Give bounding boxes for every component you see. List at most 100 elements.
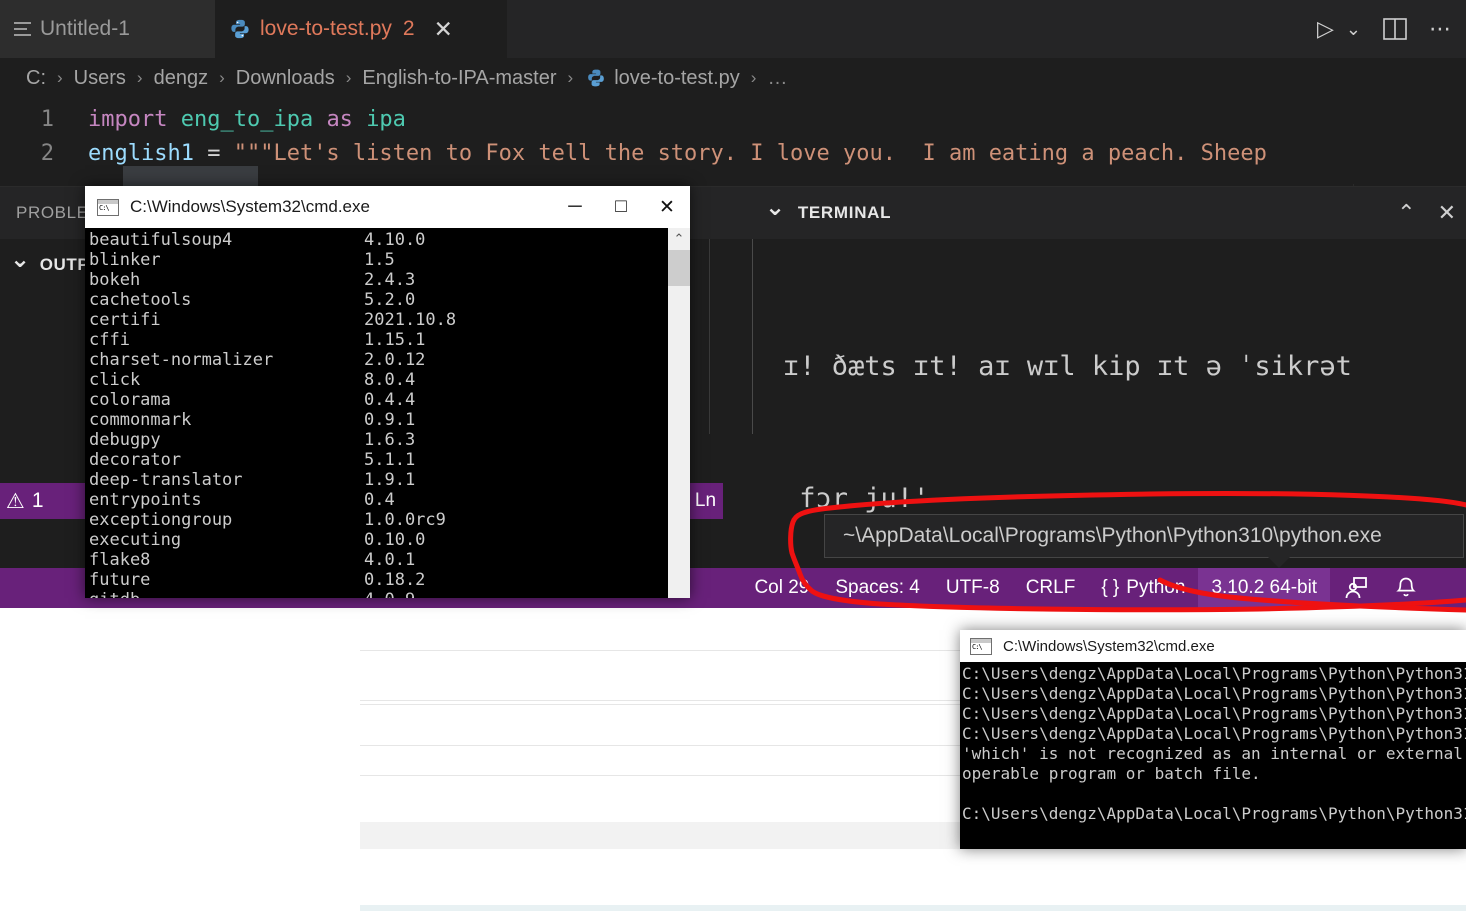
split-editor-icon[interactable] (1374, 18, 1416, 40)
python-icon (588, 69, 605, 87)
pip-list-output: beautifulsoup4 4.10.0 blinker 1.5 bokeh 2.4.3… (85, 228, 668, 598)
package-row: colorama 0.4.4 (85, 390, 668, 410)
maximize-button[interactable]: □ (598, 186, 644, 228)
package-version: 1.15.1 (364, 330, 426, 350)
cmd-output-line: C:\Users\dengz\AppData\Local\Programs\Py… (962, 664, 1466, 683)
package-name: debugpy (89, 430, 161, 450)
package-name: blinker (89, 250, 161, 270)
status-problems-badge[interactable]: ⚠ 1 (0, 483, 88, 519)
breadcrumb-item[interactable]: C: (24, 67, 48, 90)
minimize-button[interactable]: ─ (552, 186, 598, 228)
chevron-right-icon: › (750, 68, 757, 87)
more-actions-icon[interactable]: ⋯ (1420, 18, 1460, 40)
tab-label: love-to-test.py (260, 17, 392, 40)
chevron-right-icon: › (345, 68, 352, 87)
tab-untitled-1[interactable]: Untitled-1 (0, 0, 215, 58)
package-name: gitdb (89, 590, 364, 598)
cmd-window-titlebar[interactable]: C:\Windows\System32\cmd.exe (960, 630, 1466, 662)
breadcrumb-item[interactable]: … (765, 67, 789, 90)
status-language[interactable]: { } Python (1088, 568, 1198, 608)
warning-icon: ⚠ (6, 489, 25, 513)
status-spaces[interactable]: Spaces: 4 (822, 568, 933, 608)
package-name: cachetools (89, 290, 192, 310)
status-eol[interactable]: CRLF (1013, 568, 1089, 608)
status-language-label: Python (1126, 577, 1186, 598)
package-version: 8.0.4 (364, 370, 416, 390)
cmd-window-which[interactable]: C:\Windows\System32\cmd.exe C:\Users\den… (960, 630, 1466, 849)
editor-tab-bar: Untitled-1 love-to-test.py 2 ✕ ▷ ⌄ ⋯ (0, 0, 1466, 58)
package-name: click (89, 370, 141, 390)
package-name: certifi (89, 310, 161, 330)
tab-unsaved-badge: 2 (402, 17, 415, 40)
code-token: english1 (88, 140, 194, 166)
status-python-version[interactable]: 3.10.2 64-bit (1198, 568, 1331, 608)
package-name: bokeh (89, 270, 141, 290)
package-row: executing 0.10.0 (85, 530, 668, 550)
cmd-window-title: C:\Windows\System32\cmd.exe (1003, 637, 1215, 655)
cmd-output-line: C:\Users\dengz\AppData\Local\Programs\Py… (962, 684, 1466, 703)
close-panel-icon[interactable]: ✕ (1438, 200, 1456, 226)
close-button[interactable]: ✕ (644, 186, 690, 228)
package-version: 0.4.4 (364, 390, 416, 410)
code-token: """Let's listen to Fox tell the story. I… (233, 140, 1267, 166)
chevron-right-icon: › (567, 68, 574, 87)
code-token: import (88, 106, 168, 132)
breadcrumb-item[interactable]: dengz (152, 67, 211, 90)
package-name: deep-translator (89, 470, 243, 490)
accounts-icon[interactable] (1330, 568, 1382, 608)
status-col[interactable]: Col 29 (741, 568, 822, 608)
package-row: bokeh 2.4.3 (85, 270, 668, 290)
status-encoding[interactable]: UTF-8 (933, 568, 1013, 608)
package-name: future (89, 570, 151, 590)
package-version: 0.10.0 (364, 530, 426, 550)
package-row: exceptiongroup 1.0.0rc9 (85, 510, 668, 530)
package-name: exceptiongroup (89, 510, 233, 530)
package-name: charset-normalizer (89, 350, 274, 370)
package-name: beautifulsoup4 (89, 230, 233, 250)
cmd-output-line: C:\Users\dengz\AppData\Local\Programs\Py… (962, 724, 1466, 743)
tab-terminal[interactable]: ⌄ TERMINAL (753, 187, 1466, 239)
package-version: 4.0.1 (364, 550, 416, 570)
package-version: 1.6.3 (364, 430, 416, 450)
breadcrumb-item[interactable]: Users (72, 67, 128, 90)
cmd-window-pip-list[interactable]: C:\Windows\System32\cmd.exe ─ □ ✕ beauti… (85, 186, 690, 598)
breadcrumb-item[interactable]: love-to-test.py (612, 67, 742, 90)
cmd-window-titlebar[interactable]: C:\Windows\System32\cmd.exe ─ □ ✕ (85, 186, 690, 228)
package-name: commonmark (89, 410, 192, 430)
tab-love-to-test-py[interactable]: love-to-test.py 2 ✕ (215, 0, 507, 58)
breadcrumb-item[interactable]: Downloads (234, 67, 337, 90)
chevron-down-icon[interactable]: ⌄ (1337, 20, 1370, 38)
code-token: eng_to_ipa (180, 106, 314, 132)
cmd-scrollbar[interactable]: ⌃ (668, 228, 690, 598)
chevron-right-icon: › (57, 68, 63, 87)
package-row: charset-normalizer 2.0.12 (85, 350, 668, 370)
bell-icon[interactable] (1382, 568, 1430, 608)
package-version: 2021.10.8 (364, 310, 457, 330)
chevron-right-icon: › (136, 68, 143, 87)
tab-label: Untitled-1 (40, 17, 130, 40)
panel-actions: ⌃ ✕ (1397, 187, 1456, 239)
package-row: cachetools 5.2.0 (85, 290, 668, 310)
package-row: future 0.18.2 (85, 570, 668, 590)
package-row: gitdb4.0.9 (85, 590, 668, 598)
package-version: 0.18.2 (364, 570, 426, 590)
package-row: click 8.0.4 (85, 370, 668, 390)
package-name: decorator (89, 450, 182, 470)
breadcrumb-item[interactable]: English-to-IPA-master (360, 67, 558, 90)
package-version: 1.9.1 (364, 470, 416, 490)
python-icon (231, 19, 249, 39)
package-version: 2.4.3 (364, 270, 416, 290)
breadcrumb[interactable]: C: › Users › dengz › Downloads › English… (0, 58, 1466, 98)
code-line: 1 import eng_to_ipa as ipa (0, 102, 406, 136)
scroll-up-icon[interactable]: ⌃ (668, 228, 690, 250)
scrollbar-thumb[interactable] (668, 250, 690, 286)
package-row: decorator 5.1.1 (85, 450, 668, 470)
close-icon[interactable]: ✕ (434, 17, 453, 41)
collapse-panel-icon[interactable]: ⌃ (1397, 200, 1415, 226)
status-ln-label[interactable]: Ln (688, 483, 723, 519)
terminal-line: ɪ! ðæts ɪt! aɪ wɪl kip ɪt ə ˈsikrət (783, 351, 1352, 382)
package-version: 1.5 (364, 250, 395, 270)
cmd-icon (97, 198, 119, 216)
status-bar-left-segment (0, 568, 88, 608)
package-name: executing (89, 530, 182, 550)
